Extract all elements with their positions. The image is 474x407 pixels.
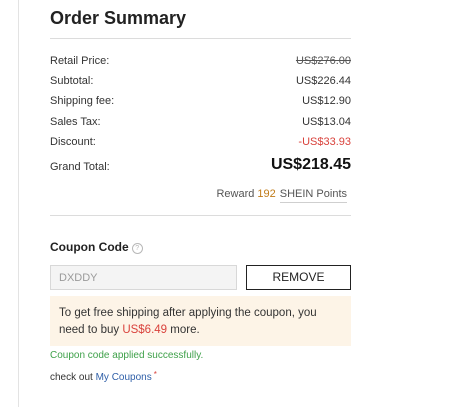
free-shipping-notice: To get free shipping after applying the … [50, 296, 351, 346]
retail-price-value: US$276.00 [295, 55, 351, 67]
subtotal-value: US$226.44 [295, 75, 351, 87]
reward-points-count: 192 [257, 188, 276, 200]
coupon-success-message: Coupon code applied successfully. [50, 350, 204, 361]
reward-prefix: Reward [216, 188, 255, 200]
discount-row: Discount: -US$33.93 [50, 136, 351, 152]
my-coupons-line: check out My Coupons * [50, 370, 157, 383]
title-divider [50, 38, 351, 39]
shipping-fee-value: US$12.90 [302, 95, 351, 107]
grand-total-label: Grand Total: [50, 161, 110, 173]
discount-value: -US$33.93 [298, 136, 351, 148]
grand-total-row: Grand Total: US$218.45 [50, 156, 351, 180]
notice-text-after: more. [170, 324, 200, 336]
discount-label: Discount: [50, 136, 96, 148]
subtotal-row: Subtotal: US$226.44 [50, 75, 351, 91]
reward-points: Reward 192 SHEIN Points [216, 188, 347, 203]
sales-tax-row: Sales Tax: US$13.04 [50, 116, 351, 132]
info-icon[interactable]: ? [131, 243, 143, 254]
order-summary-title: Order Summary [50, 8, 187, 28]
sales-tax-value: US$13.04 [302, 116, 351, 128]
coupon-divider [50, 215, 351, 216]
order-summary-page: Order Summary Retail Price: US$276.00 Su… [0, 0, 474, 407]
notice-amount: US$6.49 [122, 324, 168, 336]
coupon-code-title: Coupon Code [50, 240, 129, 254]
shein-points-link[interactable]: SHEIN Points [279, 188, 347, 203]
coupon-code-input[interactable] [50, 265, 237, 290]
required-mark: * [153, 370, 157, 379]
grand-total-value: US$218.45 [270, 156, 351, 173]
left-divider [18, 0, 19, 407]
shipping-fee-row: Shipping fee: US$12.90 [50, 95, 351, 111]
retail-price-row: Retail Price: US$276.00 [50, 55, 351, 71]
shipping-fee-label: Shipping fee: [50, 95, 115, 107]
checkout-text: check out [50, 372, 93, 383]
subtotal-label: Subtotal: [50, 75, 94, 87]
sales-tax-label: Sales Tax: [50, 116, 101, 128]
retail-price-label: Retail Price: [50, 55, 110, 67]
coupon-code-heading: Coupon Code? [50, 240, 143, 254]
remove-coupon-button[interactable]: REMOVE [246, 265, 351, 290]
my-coupons-link[interactable]: My Coupons [96, 372, 152, 383]
